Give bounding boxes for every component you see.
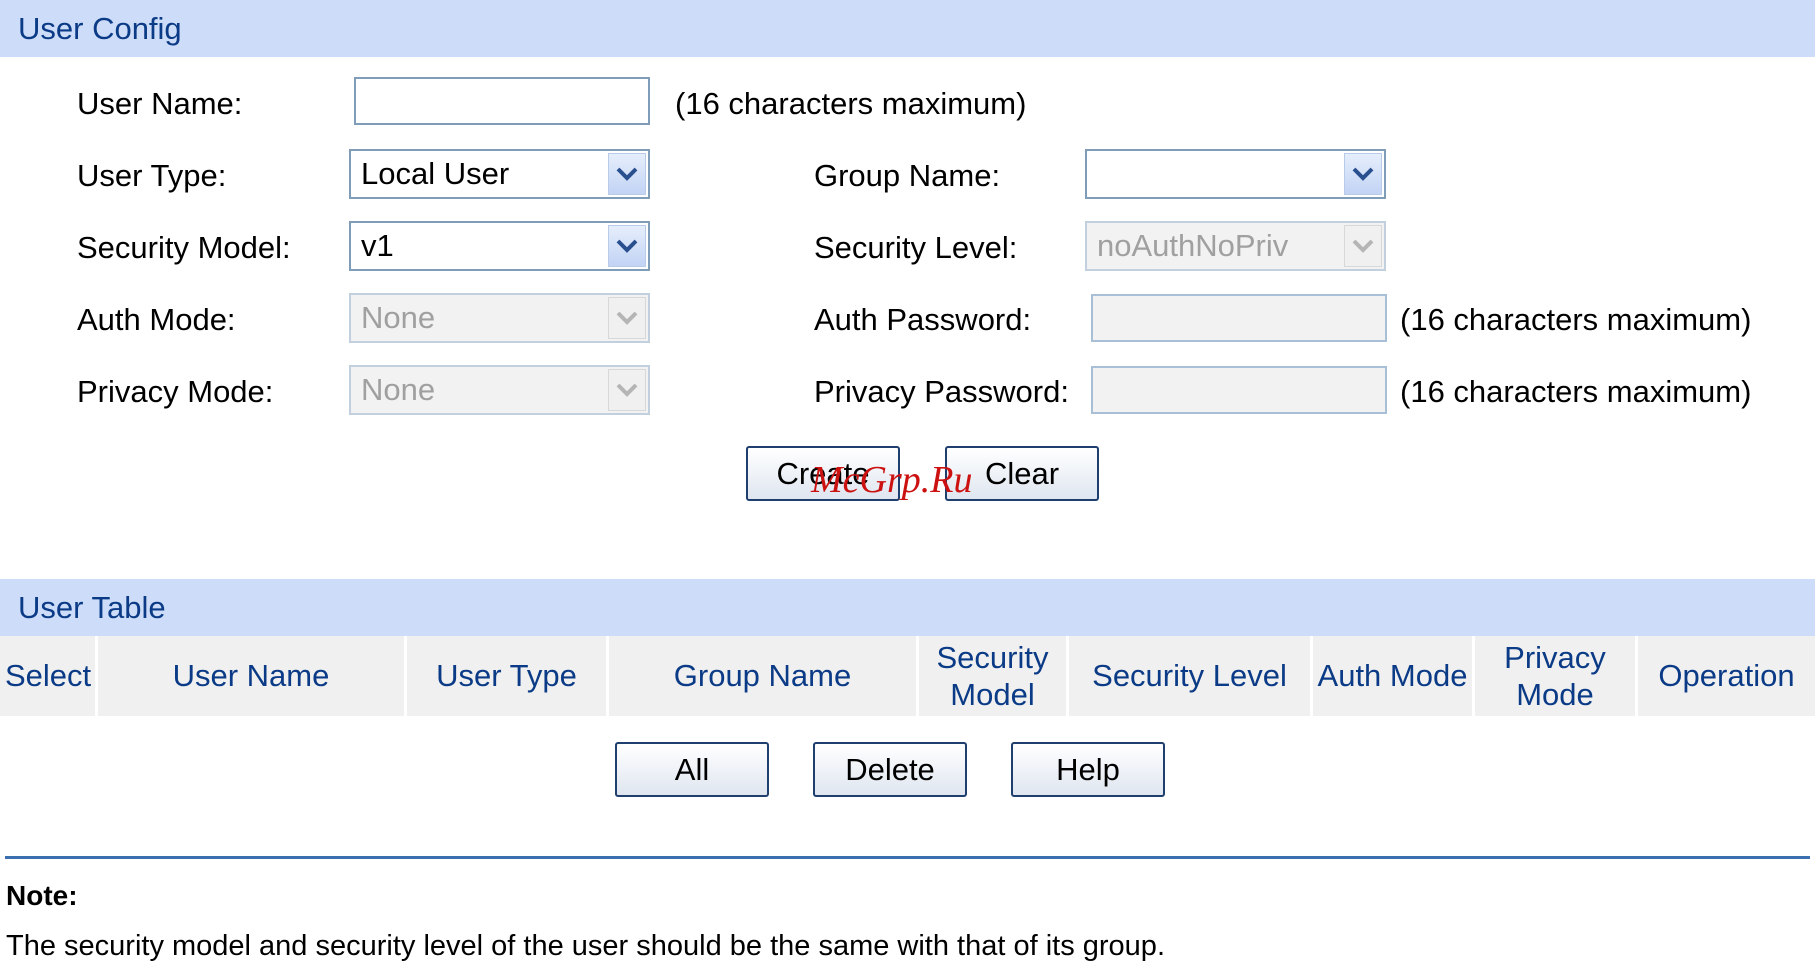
security-model-select[interactable]: v1	[349, 221, 650, 271]
column-header-user-type: User Type	[407, 636, 606, 716]
privacy-mode-label: Privacy Mode:	[77, 374, 274, 409]
watermark: McGrp.Ru	[811, 459, 973, 501]
chevron-down-icon[interactable]	[608, 369, 646, 411]
divider	[5, 856, 1810, 859]
chevron-down-icon[interactable]	[608, 297, 646, 339]
column-header-operation: Operation	[1638, 636, 1815, 716]
column-header-group-name: Group Name	[609, 636, 916, 716]
user-name-input[interactable]	[354, 77, 650, 125]
column-header-select: Select	[0, 636, 95, 716]
auth-password-label: Auth Password:	[814, 302, 1032, 337]
column-header-privacy-mode: Privacy Mode	[1475, 636, 1635, 716]
delete-button[interactable]: Delete	[813, 742, 967, 797]
group-name-select[interactable]	[1085, 149, 1386, 199]
auth-mode-label: Auth Mode:	[77, 302, 236, 337]
chevron-down-icon[interactable]	[608, 153, 646, 195]
group-name-label: Group Name:	[814, 158, 1001, 193]
user-type-select[interactable]: Local User	[349, 149, 650, 199]
column-header-security-level: Security Level	[1069, 636, 1310, 716]
auth-mode-value: None	[361, 300, 436, 335]
note-title: Note:	[6, 880, 78, 911]
security-model-value: v1	[361, 228, 394, 263]
security-model-label: Security Model:	[77, 230, 291, 265]
security-level-value: noAuthNoPriv	[1097, 228, 1289, 263]
user-type-label: User Type:	[77, 158, 227, 193]
security-level-label: Security Level:	[814, 230, 1018, 265]
column-header-security-model: Security Model	[919, 636, 1066, 716]
security-level-select[interactable]: noAuthNoPriv	[1085, 221, 1386, 271]
user-config-header: User Config	[0, 0, 1815, 57]
user-type-value: Local User	[361, 156, 510, 191]
auth-password-input[interactable]	[1091, 294, 1387, 342]
note-text: The security model and security level of…	[6, 930, 1165, 962]
column-header-auth-mode: Auth Mode	[1313, 636, 1472, 716]
user-name-hint: (16 characters maximum)	[675, 86, 1027, 121]
chevron-down-icon[interactable]	[608, 225, 646, 267]
user-table-header: User Table	[0, 579, 1815, 636]
select-all-button[interactable]: All	[615, 742, 769, 797]
auth-password-hint: (16 characters maximum)	[1400, 302, 1752, 337]
privacy-mode-select[interactable]: None	[349, 365, 650, 415]
privacy-password-label: Privacy Password:	[814, 374, 1069, 409]
privacy-password-input[interactable]	[1091, 366, 1387, 414]
chevron-down-icon[interactable]	[1344, 225, 1382, 267]
auth-mode-select[interactable]: None	[349, 293, 650, 343]
chevron-down-icon[interactable]	[1344, 153, 1382, 195]
help-button[interactable]: Help	[1011, 742, 1165, 797]
privacy-mode-value: None	[361, 372, 436, 407]
privacy-password-hint: (16 characters maximum)	[1400, 374, 1752, 409]
user-name-label: User Name:	[77, 86, 243, 121]
column-header-user-name: User Name	[98, 636, 404, 716]
